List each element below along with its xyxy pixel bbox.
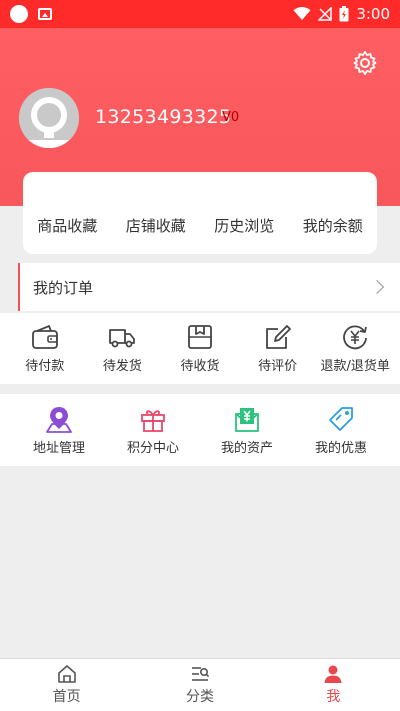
category-icon <box>191 667 210 681</box>
asset-icon <box>235 407 259 432</box>
edit-icon <box>265 325 291 349</box>
order-pending-shipment[interactable]: 待发货 <box>84 323 160 374</box>
order-pending-shipment-label: 待发货 <box>102 359 142 374</box>
battery-charging-icon <box>339 6 349 22</box>
truck-icon <box>109 329 136 348</box>
order-pending-review[interactable]: 待评价 <box>240 323 316 374</box>
tool-address[interactable]: 地址管理 <box>21 405 97 456</box>
order-refund[interactable]: 退款/退货单 <box>317 323 393 374</box>
user-phone[interactable]: 13253493325 <box>95 106 231 128</box>
nav-category-label: 分类 <box>185 689 214 705</box>
box-icon <box>188 325 212 349</box>
tool-points-label: 积分中心 <box>126 440 179 456</box>
tool-assets-label: 我的资产 <box>220 440 273 456</box>
tool-assets[interactable]: 我的资产 <box>209 405 285 456</box>
order-pending-receipt[interactable]: 待收货 <box>162 323 238 374</box>
status-time: 3:00 <box>356 5 390 23</box>
order-pending-receipt-label: 待收货 <box>180 359 220 374</box>
nav-me[interactable]: 我 <box>288 664 378 706</box>
order-pending-review-label: 待评价 <box>258 359 298 374</box>
stats-card: 商品收藏 店铺收藏 历史浏览 我的余额 <box>23 172 377 254</box>
notification-dot-icon <box>10 5 28 23</box>
stat-favorite-shops[interactable]: 店铺收藏 <box>126 215 186 236</box>
wallet-icon <box>31 324 58 349</box>
tools-grid: 地址管理 积分中心 我的资产 我的优惠 <box>0 394 400 466</box>
image-notification-icon <box>38 8 52 20</box>
stat-favorite-goods[interactable]: 商品收藏 <box>37 215 97 236</box>
tool-points[interactable]: 积分中心 <box>115 405 191 456</box>
order-status-grid: 待付款 待发货 待收货 待评价 退款/退货单 <box>0 312 400 384</box>
default-avatar-icon <box>19 88 79 148</box>
tool-coupons-label: 我的优惠 <box>314 440 367 456</box>
bottom-nav: 首页 分类 我 <box>0 658 400 711</box>
order-pending-payment[interactable]: 待付款 <box>7 323 83 374</box>
wifi-icon <box>293 7 311 20</box>
nav-home[interactable]: 首页 <box>22 664 112 706</box>
my-orders-title: 我的订单 <box>33 278 94 297</box>
my-orders-row[interactable]: 我的订单 <box>18 263 400 311</box>
order-refund-label: 退款/退货单 <box>320 359 390 374</box>
tool-coupons[interactable]: 我的优惠 <box>303 405 379 456</box>
coupon-icon <box>329 406 353 431</box>
status-right: 3:00 <box>293 5 390 23</box>
order-pending-payment-label: 待付款 <box>25 359 65 374</box>
status-left <box>10 5 52 23</box>
nav-category[interactable]: 分类 <box>155 664 245 706</box>
avatar[interactable] <box>19 88 79 148</box>
nav-home-label: 首页 <box>52 689 81 705</box>
location-icon <box>46 406 72 433</box>
refund-icon <box>343 325 368 350</box>
chevron-right-icon <box>369 279 385 295</box>
settings-gear-icon[interactable] <box>352 50 378 76</box>
stat-history[interactable]: 历史浏览 <box>214 215 274 236</box>
user-level-badge: V0 <box>222 110 240 125</box>
home-icon <box>57 665 76 683</box>
no-signal-icon <box>318 7 333 21</box>
gift-icon <box>141 409 165 432</box>
tool-address-label: 地址管理 <box>32 440 85 456</box>
stat-balance[interactable]: 我的余额 <box>303 215 363 236</box>
status-bar: 3:00 <box>0 0 400 28</box>
nav-me-label: 我 <box>326 689 341 705</box>
user-icon <box>324 665 342 683</box>
